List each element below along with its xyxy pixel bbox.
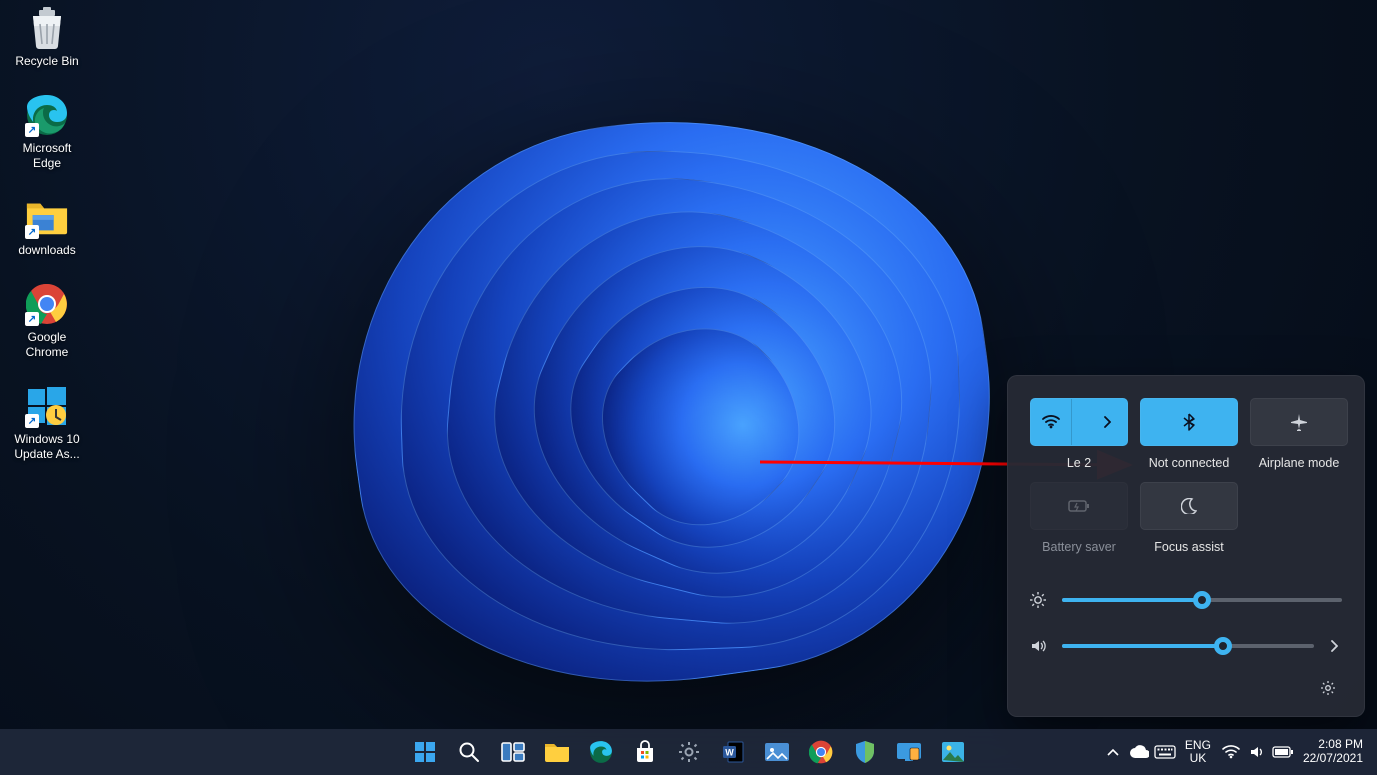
- brightness-icon: [1030, 592, 1050, 608]
- task-view-button[interactable]: [494, 733, 532, 771]
- quick-setting-wifi[interactable]: [1030, 398, 1128, 446]
- tray-onedrive-icon[interactable]: [1127, 738, 1151, 766]
- quick-setting-battery-saver: [1030, 482, 1128, 530]
- shield-icon: [854, 740, 876, 764]
- chevron-right-icon[interactable]: [1086, 399, 1127, 445]
- wifi-icon: [1031, 399, 1072, 445]
- photos-icon: [941, 741, 965, 763]
- desktop-icons: Recycle Bin ↗ Microsoft Edge ↗ downloads…: [6, 6, 88, 462]
- volume-icon: [1030, 638, 1050, 654]
- quick-setting-label: Not connected: [1149, 456, 1230, 470]
- quick-setting-label: Focus assist: [1154, 540, 1223, 554]
- tray-battery-icon[interactable]: [1271, 738, 1295, 766]
- start-button[interactable]: [406, 733, 444, 771]
- shortcut-badge-icon: ↗: [25, 312, 39, 326]
- desktop-icon-label: Recycle Bin: [15, 54, 78, 69]
- tray-keyboard-icon[interactable]: [1153, 738, 1177, 766]
- quick-setting-airplane[interactable]: [1250, 398, 1348, 446]
- quick-settings-gear-button[interactable]: [1314, 674, 1342, 702]
- moon-icon: [1181, 498, 1197, 514]
- quick-settings-panel: Le 2 Not connected Airplane mode: [1007, 375, 1365, 717]
- desktop-icon-recycle-bin[interactable]: Recycle Bin: [6, 6, 88, 69]
- shortcut-badge-icon: ↗: [25, 123, 39, 137]
- gear-icon: [677, 740, 701, 764]
- taskbar-edge[interactable]: [582, 733, 620, 771]
- volume-slider-row: [1030, 636, 1342, 656]
- taskbar-store[interactable]: [626, 733, 664, 771]
- taskbar: W ENG UK 2:08 PM 22/07/2021: [0, 729, 1377, 775]
- brightness-slider[interactable]: [1062, 598, 1342, 602]
- edge-icon: [589, 740, 613, 764]
- taskbar-connect[interactable]: [890, 733, 928, 771]
- airplane-icon: [1290, 413, 1308, 431]
- taskbar-chrome[interactable]: [802, 733, 840, 771]
- recycle-bin-icon: [25, 6, 69, 50]
- desktop-icon-label: Windows 10 Update As...: [14, 432, 79, 462]
- clock-date: 22/07/2021: [1303, 752, 1363, 766]
- bluetooth-icon: [1183, 413, 1195, 431]
- desktop-icon-label: downloads: [18, 243, 75, 258]
- lang-bottom: UK: [1185, 752, 1211, 765]
- taskbar-photos[interactable]: [934, 733, 972, 771]
- taskbar-right: ENG UK 2:08 PM 22/07/2021: [1101, 738, 1369, 766]
- tray-wifi-icon[interactable]: [1219, 738, 1243, 766]
- search-button[interactable]: [450, 733, 488, 771]
- taskbar-clock[interactable]: 2:08 PM 22/07/2021: [1297, 738, 1369, 766]
- word-icon: W: [721, 740, 745, 764]
- chrome-icon: [809, 740, 833, 764]
- desktop-icon-edge[interactable]: ↗ Microsoft Edge: [6, 93, 88, 171]
- taskbar-snipping[interactable]: [758, 733, 796, 771]
- shortcut-badge-icon: ↗: [25, 414, 39, 428]
- taskbar-settings[interactable]: [670, 733, 708, 771]
- folder-icon: ↗: [25, 195, 69, 239]
- svg-text:W: W: [725, 748, 734, 758]
- taskbar-security[interactable]: [846, 733, 884, 771]
- connect-icon: [896, 742, 922, 762]
- desktop-icon-windows-update[interactable]: ↗ Windows 10 Update As...: [6, 384, 88, 462]
- quick-setting-focus-assist[interactable]: [1140, 482, 1238, 530]
- chrome-icon: ↗: [25, 282, 69, 326]
- volume-output-chevron-icon[interactable]: [1326, 636, 1342, 656]
- quick-setting-label: Airplane mode: [1259, 456, 1340, 470]
- snipping-icon: [764, 742, 790, 762]
- task-view-icon: [501, 742, 525, 762]
- language-indicator[interactable]: ENG UK: [1179, 739, 1217, 765]
- edge-icon: ↗: [25, 93, 69, 137]
- quick-setting-bluetooth[interactable]: [1140, 398, 1238, 446]
- desktop-icon-chrome[interactable]: ↗ Google Chrome: [6, 282, 88, 360]
- tray-chevron-up-icon[interactable]: [1101, 738, 1125, 766]
- clock-time: 2:08 PM: [1303, 738, 1363, 752]
- desktop-icon-downloads[interactable]: ↗ downloads: [6, 195, 88, 258]
- quick-setting-label: Le 2: [1067, 456, 1091, 470]
- desktop-icon-label: Google Chrome: [26, 330, 69, 360]
- taskbar-word[interactable]: W: [714, 733, 752, 771]
- taskbar-center: W: [406, 733, 972, 771]
- tray-volume-icon[interactable]: [1245, 738, 1269, 766]
- brightness-slider-row: [1030, 592, 1342, 608]
- volume-slider[interactable]: [1062, 644, 1314, 648]
- search-icon: [458, 741, 480, 763]
- quick-setting-label: Battery saver: [1042, 540, 1116, 554]
- folder-icon: [544, 741, 570, 763]
- wallpaper-bloom: [230, 40, 1050, 730]
- gear-icon: [1320, 680, 1336, 696]
- shortcut-badge-icon: ↗: [25, 225, 39, 239]
- battery-saver-icon: [1068, 499, 1090, 513]
- desktop-icon-label: Microsoft Edge: [23, 141, 72, 171]
- windows-update-icon: ↗: [25, 384, 69, 428]
- store-icon: [633, 740, 657, 764]
- taskbar-file-explorer[interactable]: [538, 733, 576, 771]
